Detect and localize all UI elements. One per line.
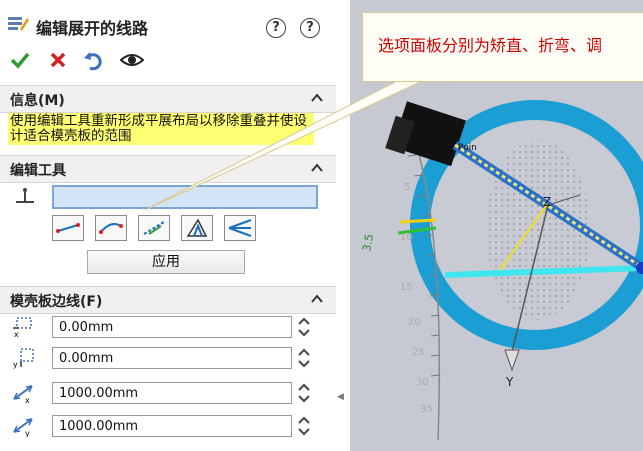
width-icon: x bbox=[13, 385, 33, 404]
callout-text: 选项面板分别为矫直、折弯、调 bbox=[378, 36, 603, 55]
height-spinner[interactable] bbox=[296, 414, 312, 438]
y-offset-icon: y bbox=[13, 348, 34, 369]
ok-check-icon[interactable] bbox=[8, 48, 32, 72]
scale-label: 25 bbox=[412, 347, 425, 358]
edit-tools-section-header[interactable]: 编辑工具 bbox=[0, 155, 336, 183]
green-text-mark: 3.5 bbox=[360, 233, 376, 252]
info-message: 使用编辑工具重新形成平展布局以移除重叠并使设计适合模壳板的范围 bbox=[8, 113, 314, 145]
cancel-x-icon[interactable] bbox=[46, 48, 70, 72]
help-context-button[interactable]: ? bbox=[300, 18, 320, 38]
rotate-segment-tool-button[interactable] bbox=[181, 215, 213, 241]
collapse-chevron-icon[interactable] bbox=[310, 292, 324, 306]
panel-title: 编辑展开的线路 bbox=[36, 19, 149, 38]
straighten-icon bbox=[56, 223, 80, 233]
y-axis-label: Y bbox=[505, 375, 514, 389]
yellow-marker bbox=[399, 218, 437, 224]
edit-tools-section-title: 编辑工具 bbox=[10, 163, 66, 179]
adjust-segment-tool-button[interactable] bbox=[138, 215, 170, 241]
selected-segment-field[interactable] bbox=[52, 185, 318, 209]
scale-label: 15 bbox=[400, 282, 413, 293]
height-input[interactable]: 1000.00mm bbox=[52, 415, 292, 437]
help-icon: ? bbox=[272, 20, 280, 35]
point-label: Poin bbox=[458, 143, 477, 153]
mold-edge-section-header[interactable]: 模壳板边线(F) bbox=[0, 286, 336, 314]
panel-splitter[interactable] bbox=[336, 0, 350, 451]
annotation-callout: 选项面板分别为矫直、折弯、调 bbox=[362, 12, 643, 82]
y-offset-input[interactable]: 0.00mm bbox=[52, 347, 292, 369]
svg-text:y: y bbox=[13, 360, 18, 369]
svg-text:y: y bbox=[25, 429, 30, 437]
property-manager-panel: 编辑展开的线路 ? ? 信息(M) 使用编辑工具重新形成平展布局以移除重叠并使设… bbox=[0, 0, 337, 451]
adjust-segment-icon bbox=[143, 221, 165, 235]
svg-text:x: x bbox=[25, 396, 30, 404]
mold-edge-section-title: 模壳板边线(F) bbox=[10, 294, 103, 310]
z-axis-label: Z bbox=[543, 195, 551, 209]
preview-eye-icon[interactable] bbox=[120, 48, 144, 72]
info-section-title: 信息(M) bbox=[10, 93, 65, 109]
hole-grid bbox=[486, 140, 590, 320]
bend-tool-button[interactable] bbox=[95, 215, 127, 241]
help-button[interactable]: ? bbox=[266, 18, 286, 38]
info-section-header[interactable]: 信息(M) bbox=[0, 85, 336, 113]
x-offset-spinner[interactable] bbox=[296, 315, 312, 339]
connector-body bbox=[385, 101, 466, 167]
bend-icon bbox=[99, 223, 123, 234]
svg-text:x: x bbox=[14, 330, 19, 338]
straighten-tool-button[interactable] bbox=[52, 215, 84, 241]
spread-segments-tool-button[interactable] bbox=[224, 215, 256, 241]
collapse-chevron-icon[interactable] bbox=[310, 161, 324, 175]
scale-label: 35 bbox=[420, 404, 433, 415]
panel-header: 编辑展开的线路 ? ? bbox=[0, 0, 336, 44]
x-offset-icon: x bbox=[13, 317, 32, 338]
splitter-arrow-icon[interactable]: ◀ bbox=[337, 392, 344, 402]
x-offset-input[interactable]: 0.00mm bbox=[52, 316, 292, 338]
width-input[interactable]: 1000.00mm bbox=[52, 382, 292, 404]
y-axis-arrowhead bbox=[504, 349, 520, 372]
height-icon: y bbox=[13, 418, 33, 437]
edit-route-icon bbox=[8, 17, 29, 31]
apply-button[interactable]: 应用 bbox=[87, 250, 245, 274]
collapse-chevron-icon[interactable] bbox=[310, 91, 324, 105]
spread-segments-icon bbox=[228, 219, 252, 237]
rotate-segment-icon bbox=[186, 218, 208, 237]
y-offset-spinner[interactable] bbox=[296, 346, 312, 370]
width-spinner[interactable] bbox=[296, 381, 312, 405]
scale-label: 30 bbox=[416, 377, 429, 388]
scale-label: 5 bbox=[404, 182, 410, 193]
scale-label: 20 bbox=[408, 317, 421, 328]
undo-icon[interactable] bbox=[82, 48, 106, 72]
question-icon: ? bbox=[306, 20, 314, 35]
edge-selection-icon bbox=[16, 188, 34, 203]
